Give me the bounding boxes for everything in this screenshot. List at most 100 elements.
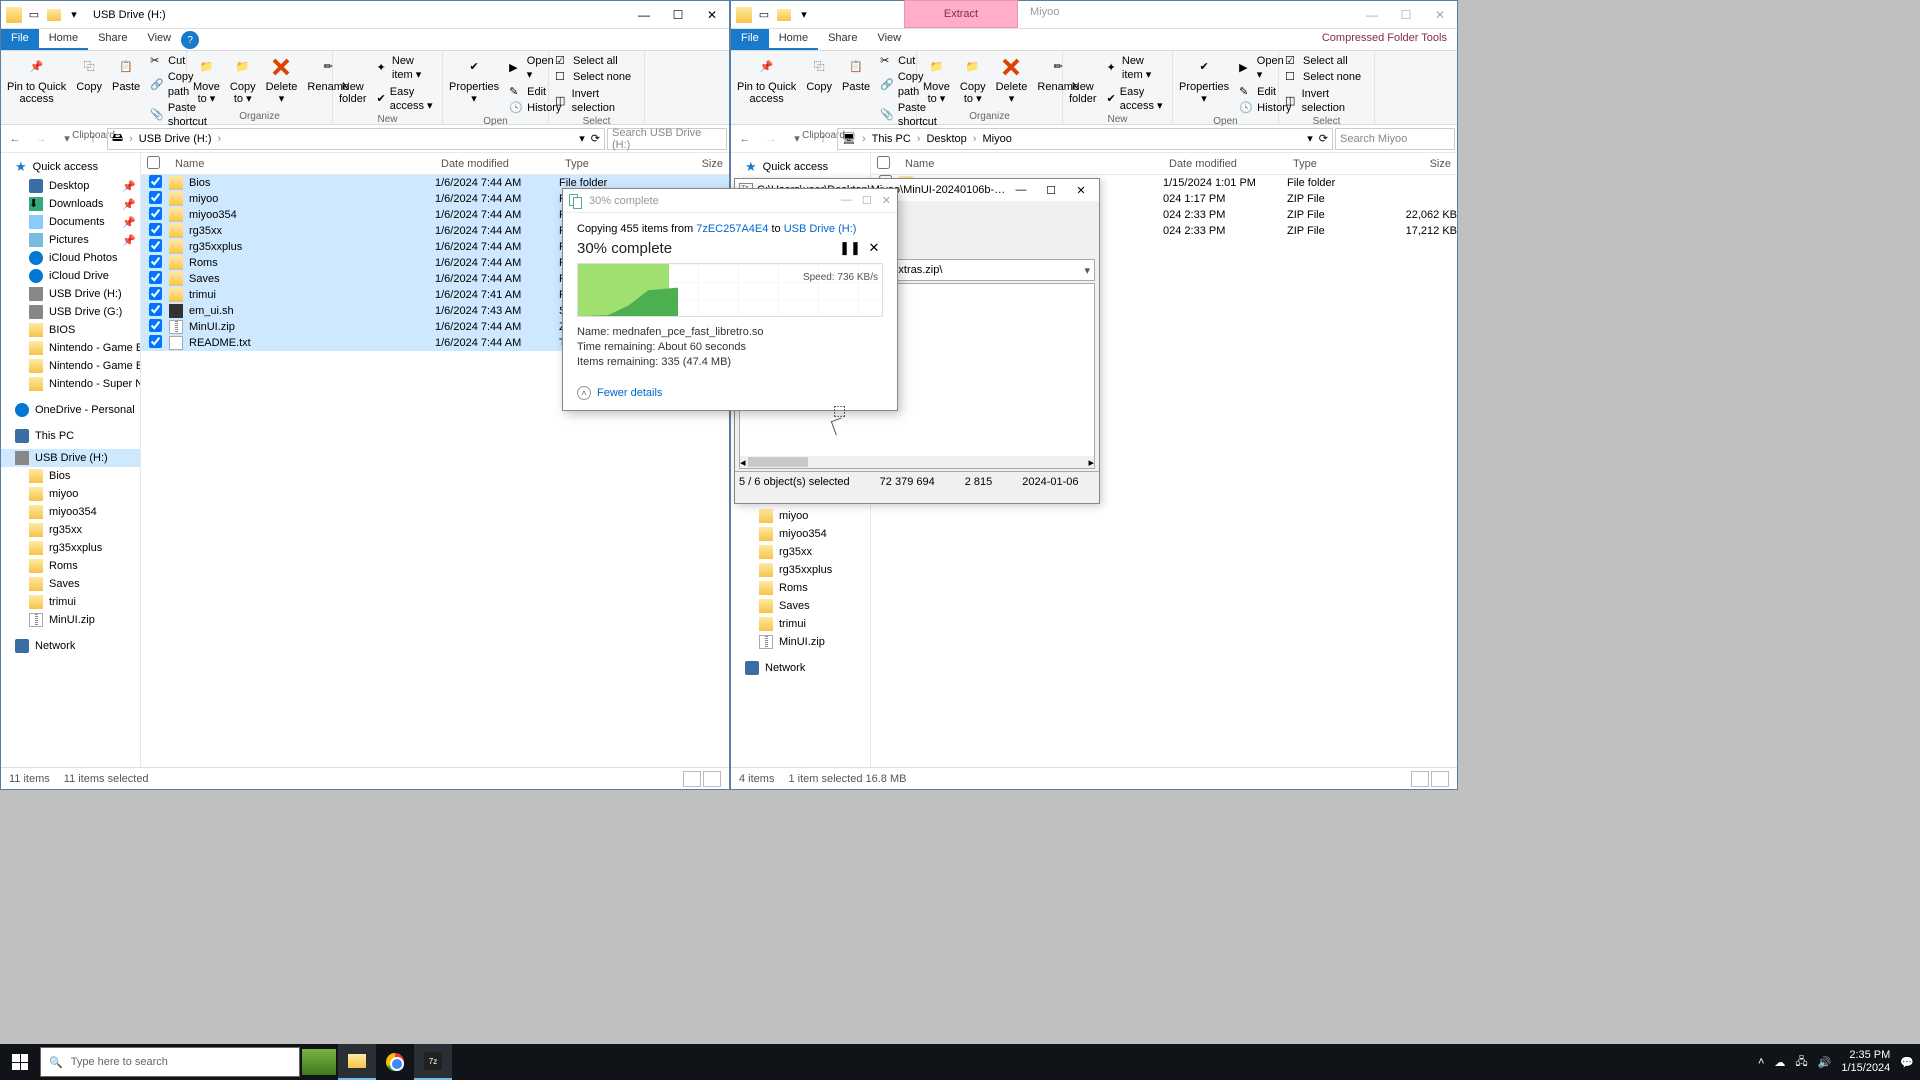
nav-l-trimui[interactable]: trimui bbox=[1, 593, 140, 611]
close-button[interactable]: ✕ bbox=[882, 194, 891, 207]
nav-ngba[interactable]: Nintendo - Game Boy A bbox=[1, 339, 140, 357]
up-button[interactable]: ↑ bbox=[81, 127, 105, 151]
col-name[interactable]: Name bbox=[899, 158, 1163, 170]
easy-access-button[interactable]: ✔Easy access ▾ bbox=[375, 84, 438, 115]
search-input[interactable]: Search Miyoo bbox=[1335, 128, 1455, 150]
move-to-button[interactable]: 📁Move to ▾ bbox=[921, 53, 952, 107]
row-checkbox[interactable] bbox=[149, 287, 162, 300]
nav-roms[interactable]: Roms bbox=[731, 579, 870, 597]
view-details-button[interactable] bbox=[1411, 771, 1429, 787]
row-checkbox[interactable] bbox=[149, 335, 162, 348]
view-large-button[interactable] bbox=[703, 771, 721, 787]
pin-quick-access-button[interactable]: 📌Pin to Quick access bbox=[735, 53, 798, 107]
up-button[interactable]: ↑ bbox=[811, 127, 835, 151]
dropdown-icon[interactable]: ▾ bbox=[1084, 264, 1090, 277]
col-type[interactable]: Type bbox=[559, 158, 659, 170]
row-checkbox[interactable] bbox=[149, 255, 162, 268]
nav-minui[interactable]: MinUI.zip bbox=[731, 633, 870, 651]
select-all-checkbox[interactable] bbox=[877, 156, 890, 169]
nav-l-roms[interactable]: Roms bbox=[1, 557, 140, 575]
back-button[interactable]: ← bbox=[3, 127, 27, 151]
nav-quick-access[interactable]: ★Quick access bbox=[731, 157, 870, 177]
col-size[interactable]: Size bbox=[659, 158, 729, 170]
fewer-details-button[interactable]: ˄ Fewer details bbox=[577, 386, 883, 400]
maximize-button[interactable]: ☐ bbox=[1389, 1, 1423, 29]
col-size[interactable]: Size bbox=[1387, 158, 1457, 170]
tab-view[interactable]: View bbox=[137, 29, 181, 50]
tab-home[interactable]: Home bbox=[769, 29, 818, 50]
nav-rg35xxplus[interactable]: rg35xxplus bbox=[731, 561, 870, 579]
notifications-icon[interactable]: 💬 bbox=[1900, 1056, 1914, 1069]
view-details-button[interactable] bbox=[683, 771, 701, 787]
close-button[interactable]: ✕ bbox=[695, 1, 729, 29]
minimize-button[interactable]: — bbox=[1355, 1, 1389, 29]
view-large-button[interactable] bbox=[1431, 771, 1449, 787]
move-to-button[interactable]: 📁Move to ▾ bbox=[191, 53, 222, 107]
select-none-button[interactable]: ☐Select none bbox=[553, 69, 640, 85]
minimize-button[interactable]: — bbox=[1007, 180, 1035, 200]
tab-extract-contextual[interactable]: Extract bbox=[904, 0, 1018, 28]
nav-l-saves[interactable]: Saves bbox=[1, 575, 140, 593]
pin-quick-access-button[interactable]: 📌Pin to Quick access bbox=[5, 53, 68, 107]
row-checkbox[interactable] bbox=[149, 319, 162, 332]
tab-home[interactable]: Home bbox=[39, 29, 88, 50]
back-button[interactable]: ← bbox=[733, 127, 757, 151]
scroll-right[interactable]: ▸ bbox=[1088, 456, 1094, 469]
new-item-button[interactable]: ✦New item ▾ bbox=[1105, 53, 1168, 84]
recent-button[interactable]: ▾ bbox=[785, 127, 809, 151]
nav-saves[interactable]: Saves bbox=[731, 597, 870, 615]
dest-link[interactable]: USB Drive (H:) bbox=[784, 223, 857, 235]
tray-onedrive-icon[interactable]: ☁ bbox=[1774, 1056, 1785, 1069]
nav-downloads[interactable]: ⬇Downloads📌 bbox=[1, 195, 140, 213]
nav-l-miyoo354[interactable]: miyoo354 bbox=[1, 503, 140, 521]
nav-l-bios[interactable]: Bios bbox=[1, 467, 140, 485]
nav-l-miyoo[interactable]: miyoo bbox=[1, 485, 140, 503]
tab-share[interactable]: Share bbox=[88, 29, 137, 50]
search-input[interactable]: Search USB Drive (H:) bbox=[607, 128, 727, 150]
nav-documents[interactable]: Documents📌 bbox=[1, 213, 140, 231]
row-checkbox[interactable] bbox=[149, 271, 162, 284]
invert-selection-button[interactable]: ◫Invert selection bbox=[553, 86, 640, 117]
qat-props-icon[interactable]: ▭ bbox=[25, 6, 43, 24]
maximize-button[interactable]: ☐ bbox=[1037, 180, 1065, 200]
col-name[interactable]: Name bbox=[169, 158, 435, 170]
delete-button[interactable]: Delete ▾ bbox=[264, 53, 300, 107]
nav-ngbc[interactable]: Nintendo - Game Boy C bbox=[1, 357, 140, 375]
nav-icloud-photos[interactable]: iCloud Photos bbox=[1, 249, 140, 267]
scrollbar-thumb[interactable] bbox=[748, 457, 808, 467]
tab-compressed-tools[interactable]: Compressed Folder Tools bbox=[1312, 29, 1457, 50]
close-button[interactable]: ✕ bbox=[1067, 180, 1095, 200]
address-bar[interactable]: 🖴 › USB Drive (H:) › ▾ ⟳ bbox=[107, 128, 605, 150]
qat-newfolder-icon[interactable] bbox=[45, 6, 63, 24]
delete-button[interactable]: Delete ▾ bbox=[994, 53, 1030, 107]
new-folder-button[interactable]: New folder bbox=[337, 53, 369, 107]
maximize-button[interactable]: ☐ bbox=[862, 194, 872, 207]
nav-pictures[interactable]: Pictures📌 bbox=[1, 231, 140, 249]
nav-l-rg35xx[interactable]: rg35xx bbox=[1, 521, 140, 539]
col-date[interactable]: Date modified bbox=[435, 158, 559, 170]
minimize-button[interactable]: — bbox=[841, 194, 852, 207]
properties-button[interactable]: ✔Properties ▾ bbox=[1177, 53, 1231, 107]
new-item-button[interactable]: ✦New item ▾ bbox=[375, 53, 438, 84]
tab-file[interactable]: File bbox=[1, 29, 39, 50]
task-chrome[interactable] bbox=[376, 1044, 414, 1080]
nav-l-minui[interactable]: MinUI.zip bbox=[1, 611, 140, 629]
copy-button[interactable]: ⿻Copy bbox=[804, 53, 834, 95]
nav-icloud-drive[interactable]: iCloud Drive bbox=[1, 267, 140, 285]
task-explorer[interactable] bbox=[338, 1044, 376, 1080]
nav-this-pc[interactable]: This PC bbox=[1, 427, 140, 445]
address-bar[interactable]: 🖥› This PC› Desktop› Miyoo ▾ ⟳ bbox=[837, 128, 1333, 150]
nav-usb-h[interactable]: USB Drive (H:) bbox=[1, 285, 140, 303]
qat-newfolder-icon[interactable] bbox=[775, 6, 793, 24]
nav-network[interactable]: Network bbox=[1, 637, 140, 655]
start-button[interactable] bbox=[0, 1044, 40, 1080]
paste-button[interactable]: 📋Paste bbox=[840, 53, 872, 95]
scroll-left[interactable]: ◂ bbox=[740, 456, 746, 469]
tray-volume-icon[interactable]: 🔊 bbox=[1818, 1056, 1832, 1069]
copy-button[interactable]: ⿻Copy bbox=[74, 53, 104, 95]
tab-file[interactable]: File bbox=[731, 29, 769, 50]
select-all-button[interactable]: ☑Select all bbox=[1283, 53, 1370, 69]
copy-to-button[interactable]: 📁Copy to ▾ bbox=[958, 53, 988, 107]
row-checkbox[interactable] bbox=[149, 239, 162, 252]
nav-usb-h-2[interactable]: USB Drive (H:) bbox=[1, 449, 140, 467]
